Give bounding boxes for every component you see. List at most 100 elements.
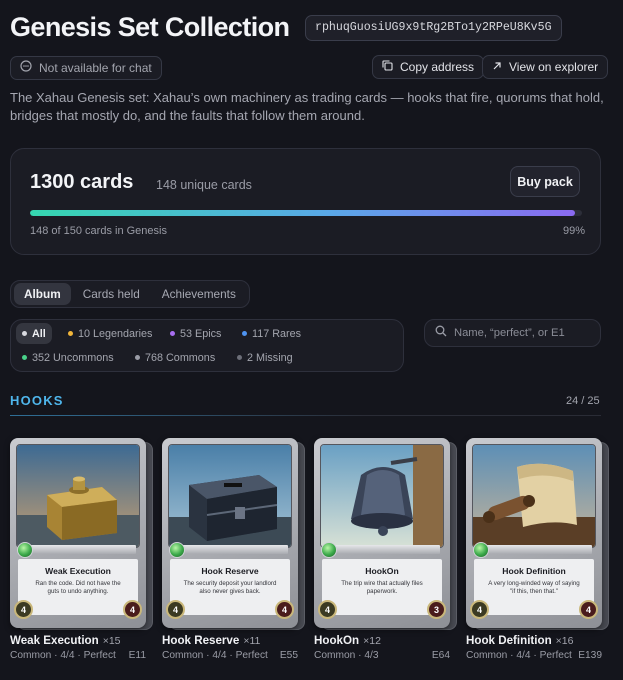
card-text-box: Hook Reserve The security deposit your l… (170, 559, 290, 615)
filter-missing[interactable]: 2 Missing (231, 347, 299, 368)
card-type-bar (172, 545, 288, 554)
filter-dot-icon (135, 355, 140, 360)
card-tile[interactable]: Hook Definition A very long-winded way o… (466, 438, 614, 661)
tab-album[interactable]: Album (14, 283, 71, 305)
card-code: E139 (578, 650, 602, 661)
filter-epics[interactable]: 53 Epics (164, 323, 227, 344)
filter-dot-icon (170, 331, 175, 336)
filter-label: All (32, 327, 46, 340)
card-title: Weak Execution (45, 566, 111, 576)
card-count: ×11 (243, 635, 261, 647)
card-text-box: Hook Definition A very long-winded way o… (474, 559, 594, 615)
card-count: ×16 (555, 635, 574, 647)
card-art-bell (320, 444, 444, 548)
card-meta: Common · 4/4 · Perfect (10, 650, 116, 661)
rarity-gem-icon (17, 542, 33, 558)
section-count: 24 / 25 (566, 395, 600, 407)
collection-description: The Xahau Genesis set: Xahau’s own machi… (10, 90, 604, 123)
chat-icon (20, 57, 32, 79)
external-link-icon (492, 56, 502, 78)
unique-cards-count: 148 unique cards (156, 178, 252, 192)
card-caption-name: Weak Execution ×15 (10, 634, 121, 647)
rarity-gem-icon (169, 542, 185, 558)
card-name: Weak Execution (10, 634, 99, 647)
filter-label: 2 Missing (247, 351, 293, 364)
filter-dot-icon (22, 355, 27, 360)
card-art-chest (168, 444, 292, 548)
completion-percent: 99% (563, 225, 586, 237)
card-tile[interactable]: Weak Execution Ran the code. Did not hav… (10, 438, 158, 661)
filter-label: 352 Uncommons (32, 351, 114, 364)
filter-commons[interactable]: 768 Commons (129, 347, 221, 368)
card-meta: Common · 4/4 · Perfect (466, 650, 572, 661)
card-face: Hook Reserve The security deposit your l… (162, 438, 298, 628)
completion-progress-label: 148 of 150 cards in Genesis (30, 225, 167, 237)
card-meta: Common · 4/3 (314, 650, 379, 661)
card-face: Hook Definition A very long-winded way o… (466, 438, 602, 628)
wallet-address: rphuqGuosiUG9x9tRg2BTo1y2RPeU8Kv5G (305, 15, 562, 41)
section-title: HOOKS (10, 393, 64, 408)
card-art-scroll (472, 444, 596, 548)
card-flavor-text: Ran the code. Did not have the guts to u… (35, 580, 121, 595)
collection-stats-panel: 1300 cards 148 unique cards Buy pack 148… (10, 148, 601, 255)
view-tabs: Album Cards held Achievements (10, 280, 250, 308)
card-tile[interactable]: Hook Reserve The security deposit your l… (162, 438, 310, 661)
card-name: Hook Definition (466, 634, 552, 647)
filter-rares[interactable]: 117 Rares (236, 323, 307, 344)
total-cards-count: 1300 cards (30, 171, 134, 193)
view-on-explorer-label: View on explorer (509, 60, 599, 74)
filter-label: 10 Legendaries (78, 327, 153, 340)
card-search (424, 319, 601, 347)
rarity-gem-icon (473, 542, 489, 558)
card-tile[interactable]: HookOn The trip wire that actually files… (314, 438, 462, 661)
card-attack-stat: 4 (318, 600, 337, 619)
card-defense-stat: 4 (123, 600, 142, 619)
chat-status-label: Not available for chat (39, 61, 152, 75)
copy-address-label: Copy address (400, 60, 475, 74)
search-input[interactable] (454, 327, 590, 339)
tab-achievements[interactable]: Achievements (152, 283, 246, 305)
filter-dot-icon (242, 331, 247, 336)
card-name: HookOn (314, 634, 360, 647)
section-divider (10, 415, 601, 416)
card-text-box: HookOn The trip wire that actually files… (322, 559, 442, 615)
card-flavor-text: The trip wire that actually files paperw… (341, 580, 423, 595)
filter-legendaries[interactable]: 10 Legendaries (62, 323, 158, 344)
filter-dot-icon (68, 331, 73, 336)
card-defense-stat: 3 (427, 600, 446, 619)
card-face: Weak Execution Ran the code. Did not hav… (10, 438, 146, 628)
view-on-explorer-button[interactable]: View on explorer (482, 55, 609, 79)
card-defense-stat: 4 (275, 600, 294, 619)
card-attack-stat: 4 (470, 600, 489, 619)
card-meta: Common · 4/4 · Perfect (162, 650, 268, 661)
filter-label: 53 Epics (180, 327, 222, 340)
card-defense-stat: 4 (579, 600, 598, 619)
filter-uncommons[interactable]: 352 Uncommons (16, 347, 120, 368)
tab-cards-held[interactable]: Cards held (73, 283, 150, 305)
copy-address-button[interactable]: Copy address (372, 55, 485, 79)
rarity-gem-icon (321, 542, 337, 558)
buy-pack-button[interactable]: Buy pack (510, 166, 580, 197)
filter-dot-icon (22, 331, 27, 336)
filter-dot-icon (237, 355, 242, 360)
card-text-box: Weak Execution Ran the code. Did not hav… (18, 559, 138, 615)
completion-progress-fill (30, 210, 575, 216)
filter-all[interactable]: All (16, 323, 52, 344)
card-flavor-text: The security deposit your landlord also … (183, 580, 277, 595)
card-caption-name: Hook Definition ×16 (466, 634, 573, 647)
card-count: ×12 (363, 635, 381, 647)
card-name: Hook Reserve (162, 634, 240, 647)
card-art-box (16, 444, 140, 548)
card-caption-name: Hook Reserve ×11 (162, 634, 260, 647)
page-title: Genesis Set Collection (10, 12, 290, 42)
card-attack-stat: 4 (14, 600, 33, 619)
card-code: E11 (128, 650, 146, 661)
chat-status: Not available for chat (10, 56, 162, 80)
card-type-bar (324, 545, 440, 554)
card-title: HookOn (365, 566, 399, 576)
filter-label: 117 Rares (252, 327, 302, 340)
card-flavor-text: A very long-winded way of saying "if thi… (488, 580, 580, 595)
filter-label: 768 Commons (145, 351, 216, 364)
card-caption-name: HookOn ×12 (314, 634, 381, 647)
card-type-bar (20, 545, 136, 554)
